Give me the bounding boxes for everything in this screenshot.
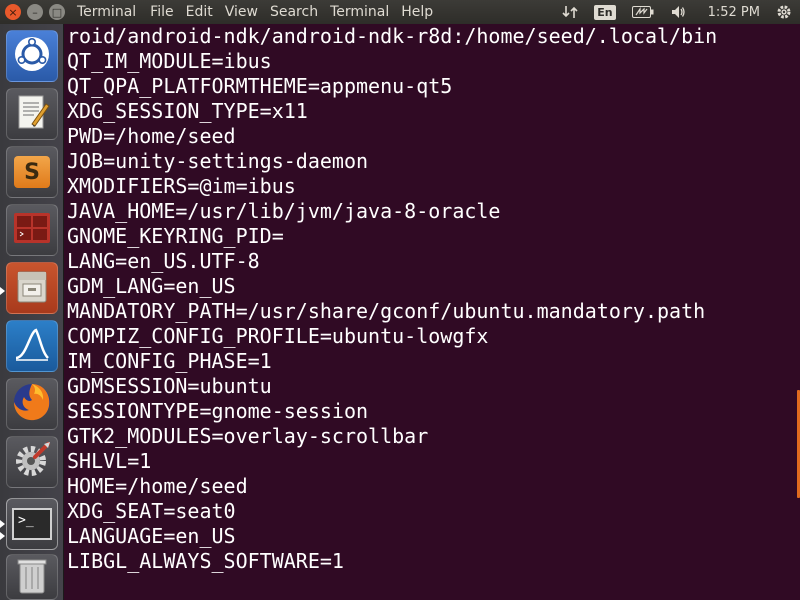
- close-window-button[interactable]: ×: [5, 4, 21, 20]
- launcher-system-settings[interactable]: [6, 436, 58, 488]
- terminal-line: LANGUAGE=en_US: [67, 524, 236, 548]
- menu-terminal[interactable]: Terminal: [324, 4, 395, 20]
- running-indicator: [0, 287, 5, 295]
- terminal-line: GNOME_KEYRING_PID=: [67, 224, 284, 248]
- terminal-output-area[interactable]: roid/android-ndk/android-ndk-r8d:/home/s…: [65, 24, 800, 600]
- menu-search[interactable]: Search: [264, 4, 324, 20]
- terminal-line: JOB=unity-settings-daemon: [67, 149, 369, 173]
- settings-icon: [11, 439, 53, 485]
- menu-view[interactable]: View: [219, 4, 264, 20]
- terminal-line: SHLVL=1: [67, 449, 152, 473]
- terminal-line: LIBGL_ALWAYS_SOFTWARE=1: [67, 549, 344, 573]
- terminal-line: QT_IM_MODULE=ibus: [67, 49, 272, 73]
- sublime-text-icon: S: [14, 156, 50, 188]
- wireshark-icon: [12, 324, 52, 368]
- launcher-text-editor[interactable]: [6, 88, 58, 140]
- ubuntu-logo-icon: [12, 34, 52, 78]
- terminal-line: COMPIZ_CONFIG_PROFILE=ubuntu-lowgfx: [67, 324, 489, 348]
- running-indicator: [0, 532, 5, 540]
- keyboard-lang-label: En: [594, 4, 616, 20]
- terminal-line: roid/android-ndk/android-ndk-r8d:/home/s…: [67, 24, 718, 48]
- terminal-red-icon: [12, 210, 52, 250]
- terminal-line: GDM_LANG=en_US: [67, 274, 236, 298]
- terminal-line: QT_QPA_PLATFORMTHEME=appmenu-qt5: [67, 74, 453, 98]
- launcher-sublime-text[interactable]: S: [6, 146, 58, 198]
- clock[interactable]: 1:52 PM: [708, 5, 760, 20]
- terminal-line: LANG=en_US.UTF-8: [67, 249, 260, 273]
- terminal-line: PWD=/home/seed: [67, 124, 236, 148]
- terminal-line: XDG_SESSION_TYPE=x11: [67, 99, 308, 123]
- unity-launcher: S >_: [0, 24, 64, 600]
- launcher-file-manager[interactable]: [6, 262, 58, 314]
- launcher-trash[interactable]: [6, 554, 58, 600]
- text-editor-icon: [12, 92, 52, 136]
- battery-icon[interactable]: [631, 6, 654, 18]
- terminal-line: IM_CONFIG_PHASE=1: [67, 349, 272, 373]
- terminal-output: roid/android-ndk/android-ndk-r8d:/home/s…: [65, 24, 800, 574]
- terminal-line: XMODIFIERS=@im=ibus: [67, 174, 296, 198]
- terminal-line: XDG_SEAT=seat0: [67, 499, 236, 523]
- terminal-line: GDMSESSION=ubuntu: [67, 374, 272, 398]
- launcher-ubuntu-dash[interactable]: [6, 30, 58, 82]
- launcher-terminal[interactable]: >_: [6, 498, 58, 550]
- system-tray: En 1:52 PM: [554, 0, 800, 24]
- keyboard-layout-indicator[interactable]: En: [594, 4, 616, 20]
- running-indicator: [0, 520, 5, 528]
- menu-file[interactable]: File: [144, 4, 179, 20]
- launcher-wireshark[interactable]: [6, 320, 58, 372]
- top-panel: × – □ Terminal File Edit View Search Ter…: [0, 0, 800, 24]
- menu-edit[interactable]: Edit: [180, 4, 219, 20]
- menu-bar: File Edit View Search Terminal Help: [144, 4, 439, 20]
- minimize-window-button[interactable]: –: [27, 4, 43, 20]
- terminal-line: SESSIONTYPE=gnome-session: [67, 399, 369, 423]
- session-gear-icon[interactable]: [776, 4, 792, 20]
- trash-icon: [14, 555, 50, 599]
- volume-icon[interactable]: [670, 4, 686, 20]
- terminal-icon: >_: [12, 508, 52, 540]
- launcher-terminal-red[interactable]: [6, 204, 58, 256]
- launcher-firefox[interactable]: [6, 378, 58, 430]
- terminal-line: MANDATORY_PATH=/usr/share/gconf/ubuntu.m…: [67, 299, 706, 323]
- file-manager-icon: [12, 266, 52, 310]
- terminal-line: HOME=/home/seed: [67, 474, 248, 498]
- terminal-line: GTK2_MODULES=overlay-scrollbar: [67, 424, 429, 448]
- terminal-line: JAVA_HOME=/usr/lib/jvm/java-8-oracle: [67, 199, 501, 223]
- maximize-window-button[interactable]: □: [49, 4, 65, 20]
- app-title: Terminal: [77, 4, 137, 20]
- menu-help[interactable]: Help: [395, 4, 439, 20]
- network-icon[interactable]: [562, 4, 578, 20]
- firefox-icon: [11, 381, 53, 427]
